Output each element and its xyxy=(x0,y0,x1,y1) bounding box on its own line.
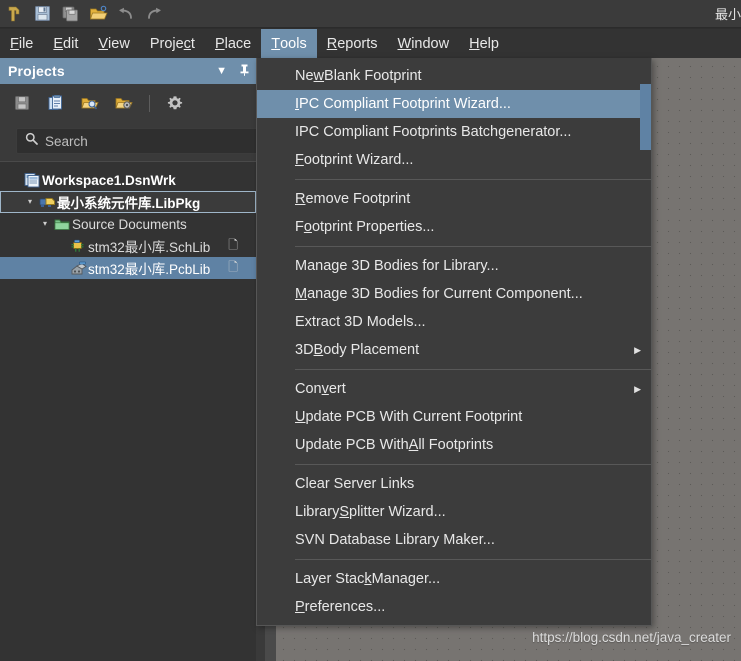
redo-icon[interactable] xyxy=(140,1,168,27)
tree-row-label: stm32最小库.PcbLib xyxy=(88,262,211,277)
schlib-icon xyxy=(68,239,88,254)
tree-row-label: Workspace1.DsnWrk xyxy=(42,172,176,188)
menu-item-footprint-properties[interactable]: Fo otprint Properties... xyxy=(257,213,651,241)
menubar-item-project[interactable]: Proje c t xyxy=(140,29,205,58)
projects-panel-header: Projects ▼ xyxy=(0,58,256,84)
projects-panel: Projects ▼ Search Workspace1.DsnWrk ▾ 最小… xyxy=(0,58,276,661)
tree-row[interactable]: ▾ Source Documents xyxy=(0,213,256,235)
menubar-item-reports[interactable]: Reports xyxy=(317,29,388,58)
menu-item-update-pcb-with-all-footprints[interactable]: Update PCB With All Footprints xyxy=(257,431,651,459)
pcblib-icon xyxy=(68,261,88,276)
menu-item-convert[interactable]: Con v ert ▶ xyxy=(257,375,651,403)
menu-item-footprint-wizard[interactable]: Footprint Wizard... xyxy=(257,146,651,174)
menu-item-clear-server-links[interactable]: Clear Server Links xyxy=(257,470,651,498)
watermark-text: https://blog.csdn.net/java_creater xyxy=(532,630,731,645)
tree-row[interactable]: Workspace1.DsnWrk xyxy=(0,169,256,191)
menu-item-library-splitter-wizard[interactable]: Library Splitter Wizard... xyxy=(257,498,651,526)
open-folder-icon[interactable] xyxy=(84,1,112,27)
libpkg-icon xyxy=(37,195,57,209)
menubar-item-view[interactable]: View xyxy=(88,29,139,58)
menu-item-preferences[interactable]: Preferences... xyxy=(257,593,651,621)
tree-row-label: stm32最小库.SchLib xyxy=(88,240,211,255)
panel-title: Projects xyxy=(8,63,65,79)
menubar-item-help[interactable]: Help xyxy=(459,29,509,58)
menu-item-3d-body-placement[interactable]: 3D Body Placement ▶ xyxy=(257,336,651,364)
menubar-item-file[interactable]: File xyxy=(0,29,43,58)
workspace-icon xyxy=(22,172,42,188)
tree-row[interactable]: stm32最小库.PcbLib 🗋 xyxy=(0,257,256,279)
menu-separator xyxy=(295,246,651,247)
menu-item-layer-stack-manager[interactable]: Layer Stac k Manager... xyxy=(257,565,651,593)
gear-icon[interactable] xyxy=(163,91,187,115)
menubar-item-window[interactable]: Window xyxy=(388,29,460,58)
menu-item-update-pcb-with-current-footprint[interactable]: Update PCB With Current Footprint xyxy=(257,403,651,431)
menu-item-ipc-compliant-footprints-batch-generator[interactable]: IPC Compliant Footprints Batch g enerator… xyxy=(257,118,651,146)
save-icon[interactable] xyxy=(10,91,34,115)
menu-item-manage-3d-bodies-for-current-component[interactable]: Manage 3D Bodies for Current Component..… xyxy=(257,280,651,308)
search-container xyxy=(0,122,276,162)
menu-bar: File Edit View Proje c t Place Tools Reports Wind… xyxy=(0,29,741,58)
main-toolbar: 最小 xyxy=(0,0,741,28)
toolbar-divider xyxy=(149,94,150,112)
search-icon xyxy=(25,132,38,150)
altium-logo-icon[interactable] xyxy=(0,1,28,27)
document-status-icon: 🗋 xyxy=(228,237,238,252)
menu-scrollbar-thumb[interactable] xyxy=(640,84,651,150)
save-all-icon[interactable] xyxy=(56,1,84,27)
document-status-icon: 🗋 xyxy=(228,259,238,274)
menu-item-svn-database-library-maker[interactable]: SVN Database Library Maker... xyxy=(257,526,651,554)
menu-item-new-blank-footprint[interactable]: Ne w Blank Footprint xyxy=(257,62,651,90)
menubar-item-edit[interactable]: Edit xyxy=(43,29,88,58)
menu-separator xyxy=(295,559,651,560)
menubar-item-place[interactable]: Place xyxy=(205,29,261,58)
project-tree: Workspace1.DsnWrk ▾ 最小系统元件库.LibPkg ▾ Source … xyxy=(0,163,256,279)
pin-icon[interactable] xyxy=(239,64,250,79)
chevron-down-icon[interactable]: ▼ xyxy=(216,65,227,77)
expand-collapse-icon[interactable]: ▾ xyxy=(38,220,52,228)
submenu-arrow-icon: ▶ xyxy=(634,344,641,355)
save-icon[interactable] xyxy=(28,1,56,27)
projects-panel-toolbar xyxy=(0,84,256,122)
open-folder-options-icon[interactable] xyxy=(112,91,136,115)
search-box[interactable] xyxy=(16,128,268,154)
menubar-item-tools[interactable]: Tools xyxy=(261,29,317,58)
open-project-icon[interactable] xyxy=(78,91,102,115)
menu-separator xyxy=(295,179,651,180)
tree-row[interactable]: ▾ 最小系统元件库.LibPkg xyxy=(0,191,256,213)
menu-item-remove-footprint[interactable]: Remove Footprint xyxy=(257,185,651,213)
folder-icon xyxy=(52,218,72,231)
menu-item-extract-3d-models[interactable]: Extract 3D Models... xyxy=(257,308,651,336)
window-title: 最小 xyxy=(715,7,741,22)
undo-icon[interactable] xyxy=(112,1,140,27)
search-input[interactable] xyxy=(45,133,225,149)
menu-separator xyxy=(295,464,651,465)
menu-item-manage-3d-bodies-for-library[interactable]: Manage 3D Bodies for Library... xyxy=(257,252,651,280)
tree-row[interactable]: stm32最小库.SchLib 🗋 xyxy=(0,235,256,257)
documents-icon[interactable] xyxy=(44,91,68,115)
expand-collapse-icon[interactable]: ▾ xyxy=(23,198,37,206)
menu-separator xyxy=(295,369,651,370)
menu-item-ipc-compliant-footprint-wizard[interactable]: I PC Compliant Footprint Wizard... xyxy=(257,90,651,118)
tree-row-label: Source Documents xyxy=(72,216,187,232)
tools-dropdown-menu: Ne w Blank Footprint I PC Compliant Footpri… xyxy=(256,58,652,626)
submenu-arrow-icon: ▶ xyxy=(634,383,641,394)
tree-row-label: 最小系统元件库.LibPkg xyxy=(57,196,201,211)
